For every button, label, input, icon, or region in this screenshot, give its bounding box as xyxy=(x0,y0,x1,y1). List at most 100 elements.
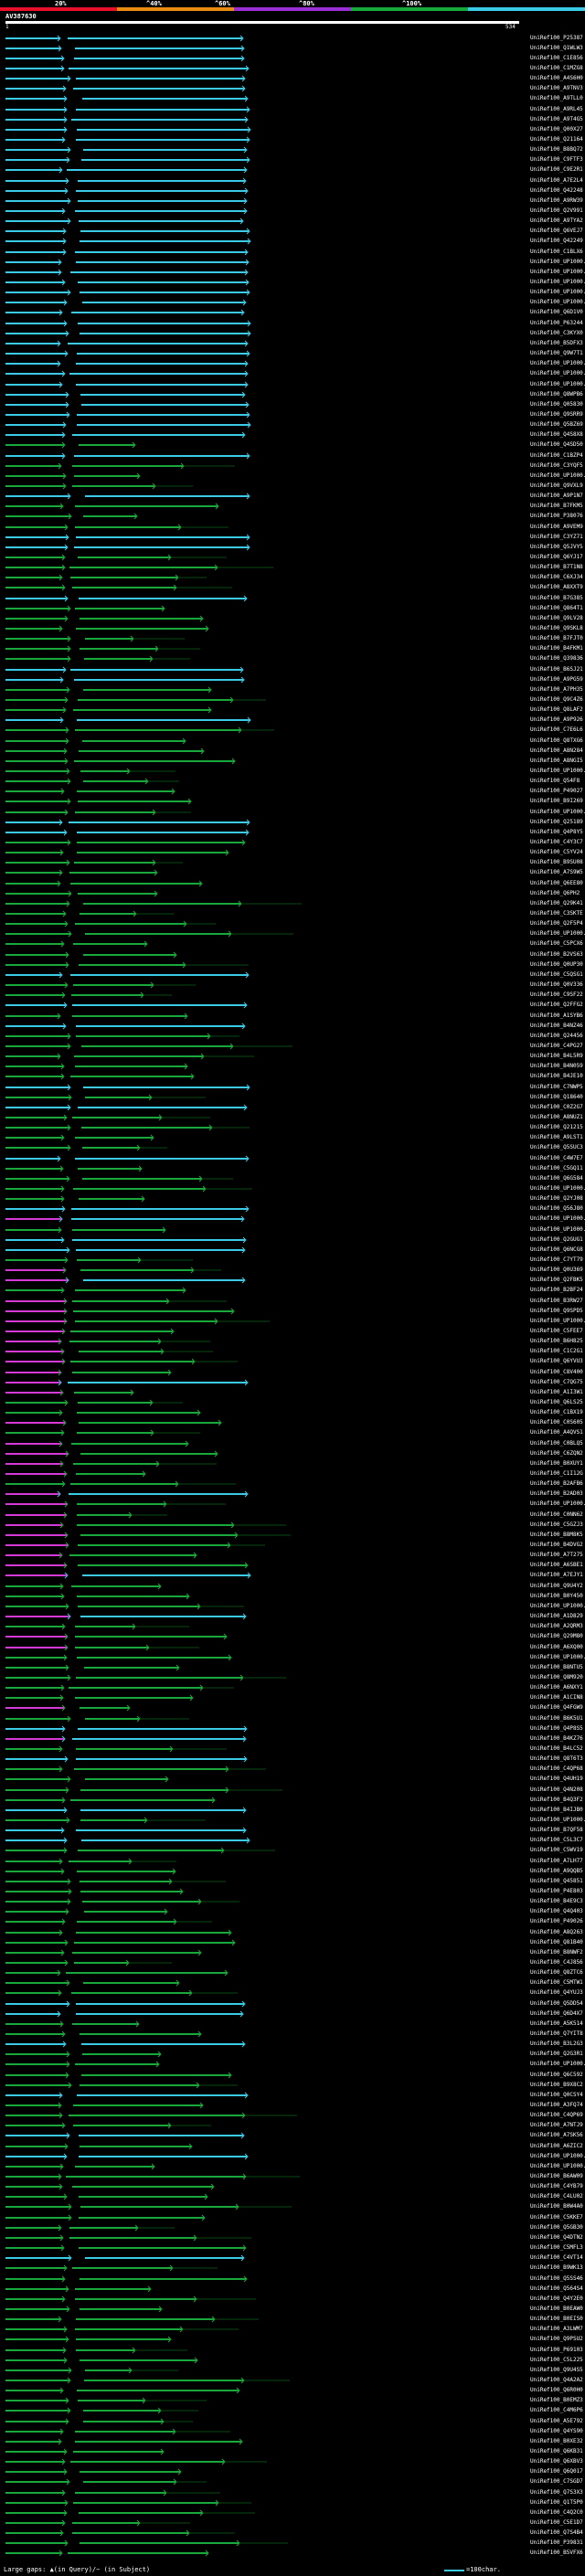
hit-name[interactable]: UniRef100_Q6R0H0 xyxy=(530,2387,585,2394)
hit-name[interactable]: UniRef100_Q0V336 xyxy=(530,981,585,989)
hit-name[interactable]: UniRef100_Q4P8S5 xyxy=(530,1725,585,1733)
hit-name[interactable]: UniRef100_A7T275 xyxy=(530,1552,585,1559)
hit-name[interactable]: UniRef100_Q2YJ08 xyxy=(530,1195,585,1203)
hit-name[interactable]: UniRef100_Q6YJ17 xyxy=(530,554,585,561)
hit-name[interactable]: UniRef100_A8XXT9 xyxy=(530,584,585,591)
hit-name[interactable]: UniRef100_C4Y3C7 xyxy=(530,839,585,846)
hit-name[interactable]: UniRef100_B9X8C2 xyxy=(530,2082,585,2089)
hit-name[interactable]: UniRef100_C5MTW1 xyxy=(530,1979,585,1987)
hit-name[interactable]: UniRef100_UP1000.. xyxy=(530,1185,585,1193)
hit-name[interactable]: UniRef100_B9WK13 xyxy=(530,2264,585,2272)
hit-name[interactable]: UniRef100_A1D829 xyxy=(530,1613,585,1620)
hit-name[interactable]: UniRef100_A9RL45 xyxy=(530,106,585,113)
hit-name[interactable]: UniRef100_A3FQ74 xyxy=(530,2102,585,2109)
hit-name[interactable]: UniRef100_Q4Q403 xyxy=(530,1908,585,1915)
hit-name[interactable]: UniRef100_Q6Q017 xyxy=(530,2468,585,2475)
hit-name[interactable]: UniRef100_B4NZ46 xyxy=(530,1023,585,1030)
hit-name[interactable]: UniRef100_Q2G3R1 xyxy=(530,2051,585,2058)
hit-name[interactable]: UniRef100_A9P926 xyxy=(530,716,585,724)
hit-name[interactable]: UniRef100_P4E803 xyxy=(530,1888,585,1895)
hit-name[interactable]: UniRef100_Q0UP30 xyxy=(530,961,585,969)
hit-name[interactable]: UniRef100_UP1000.. xyxy=(530,1318,585,1325)
hit-name[interactable]: UniRef100_A9VEM9 xyxy=(530,524,585,531)
hit-name[interactable]: UniRef100_A8Q263 xyxy=(530,1929,585,1936)
hit-name[interactable]: UniRef100_Q39836 xyxy=(530,655,585,663)
hit-name[interactable]: UniRef100_C8V400 xyxy=(530,1369,585,1376)
hit-name[interactable]: UniRef100_C1E856 xyxy=(530,55,585,62)
hit-name[interactable]: UniRef100_A8N284 xyxy=(530,747,585,755)
hit-name[interactable]: UniRef100_Q6VEJ7 xyxy=(530,228,585,235)
hit-name[interactable]: UniRef100_A7S9W5 xyxy=(530,869,585,876)
hit-name[interactable]: UniRef100_C4PG27 xyxy=(530,1043,585,1050)
hit-name[interactable]: UniRef100_B7FKM5 xyxy=(530,503,585,510)
hit-name[interactable]: UniRef100_C3KYX0 xyxy=(530,330,585,337)
hit-name[interactable]: UniRef100_B9I269 xyxy=(530,798,585,805)
hit-name[interactable]: UniRef100_P63244 xyxy=(530,320,585,327)
hit-name[interactable]: UniRef100_Q4YS90 xyxy=(530,2428,585,2435)
hit-name[interactable]: UniRef100_B8NTU5 xyxy=(530,1664,585,1671)
hit-name[interactable]: UniRef100_Q6NCG8 xyxy=(530,1246,585,1254)
hit-name[interactable]: UniRef100_C5QSG1 xyxy=(530,971,585,979)
hit-name[interactable]: UniRef100_B7FJT0 xyxy=(530,635,585,642)
hit-name[interactable]: UniRef100_Q0U369 xyxy=(530,1267,585,1274)
hit-name[interactable]: UniRef100_A7PH35 xyxy=(530,686,585,694)
hit-name[interactable]: UniRef100_B4LC52 xyxy=(530,1745,585,1753)
hit-name[interactable]: UniRef100_A3LWM7 xyxy=(530,2326,585,2333)
hit-name[interactable]: UniRef100_Q05830 xyxy=(530,401,585,408)
hit-name[interactable]: UniRef100_Q5DD54 xyxy=(530,2000,585,2008)
hit-name[interactable]: UniRef100_B6K5U1 xyxy=(530,1715,585,1723)
hit-name[interactable]: UniRef100_C9FTF3 xyxy=(530,156,585,164)
hit-name[interactable]: UniRef100_UP1000.. xyxy=(530,370,585,377)
hit-name[interactable]: UniRef100_C5L3C7 xyxy=(530,1837,585,1844)
hit-name[interactable]: UniRef100_C1BX19 xyxy=(530,1409,585,1416)
hit-name[interactable]: UniRef100_A7SK56 xyxy=(530,2132,585,2139)
hit-name[interactable]: UniRef100_A4S6H0 xyxy=(530,75,585,82)
hit-name[interactable]: UniRef100_Q5SS46 xyxy=(530,2275,585,2283)
hit-name[interactable]: UniRef100_C4QP68 xyxy=(530,1765,585,1773)
hit-name[interactable]: UniRef100_C9E2R1 xyxy=(530,166,585,174)
hit-name[interactable]: UniRef100_Q6D1V0 xyxy=(530,309,585,316)
hit-name[interactable]: UniRef100_P69103 xyxy=(530,2347,585,2354)
hit-name[interactable]: UniRef100_A6XQ00 xyxy=(530,1644,585,1651)
hit-name[interactable]: UniRef100_C1BZP4 xyxy=(530,452,585,460)
hit-name[interactable]: UniRef100_Q7S4B4 xyxy=(530,2529,585,2537)
hit-name[interactable]: UniRef100_B2BF24 xyxy=(530,1287,585,1294)
hit-name[interactable]: UniRef100_A1CIN8 xyxy=(530,1694,585,1701)
hit-name[interactable]: UniRef100_C0S605 xyxy=(530,1419,585,1426)
hit-name[interactable]: UniRef100_C4QP69 xyxy=(530,2112,585,2119)
hit-name[interactable]: UniRef100_Q9U4S5 xyxy=(530,2367,585,2374)
hit-name[interactable]: UniRef100_A7E2L4 xyxy=(530,177,585,185)
hit-name[interactable]: UniRef100_C3YZ71 xyxy=(530,534,585,541)
hit-name[interactable]: UniRef100_Q6KB31 xyxy=(530,2448,585,2455)
hit-name[interactable]: UniRef100_A8NUZ1 xyxy=(530,1114,585,1121)
hit-name[interactable]: UniRef100_P49026 xyxy=(530,1918,585,1925)
hit-name[interactable]: UniRef100_A6SBE1 xyxy=(530,1562,585,1569)
hit-name[interactable]: UniRef100_C4LU02 xyxy=(530,2193,585,2200)
hit-name[interactable]: UniRef100_Q6PH2 xyxy=(530,890,585,897)
hit-name[interactable]: UniRef100_UP1000.. xyxy=(530,279,585,286)
hit-name[interactable]: UniRef100_Q4DTN2 xyxy=(530,2234,585,2242)
hit-name[interactable]: UniRef100_B4Q3F2 xyxy=(530,1797,585,1804)
hit-name[interactable]: UniRef100_C5FEE7 xyxy=(530,1328,585,1335)
hit-name[interactable]: UniRef100_UP1000.. xyxy=(530,1603,585,1610)
hit-name[interactable]: UniRef100_Q5BZ69 xyxy=(530,421,585,429)
hit-name[interactable]: UniRef100_B0EIS0 xyxy=(530,2316,585,2323)
hit-name[interactable]: UniRef100_Q6G584 xyxy=(530,1175,585,1182)
hit-name[interactable]: UniRef100_Q9LV28 xyxy=(530,615,585,622)
hit-name[interactable]: UniRef100_B0XUY1 xyxy=(530,1460,585,1468)
hit-name[interactable]: UniRef100_A7LH77 xyxy=(530,1858,585,1865)
hit-name[interactable]: UniRef100_UP1000.. xyxy=(530,768,585,775)
hit-name[interactable]: UniRef100_A4QVS1 xyxy=(530,1429,585,1436)
hit-name[interactable]: UniRef100_B6AW09 xyxy=(530,2173,585,2180)
hit-name[interactable]: UniRef100_B4JE10 xyxy=(530,1073,585,1080)
hit-name[interactable]: UniRef100_A7NTJ9 xyxy=(530,2122,585,2129)
hit-name[interactable]: UniRef100_B0Y450 xyxy=(530,1593,585,1600)
hit-name[interactable]: UniRef100_C7E6L6 xyxy=(530,726,585,734)
hit-name[interactable]: UniRef100_Q9SPD5 xyxy=(530,1308,585,1315)
hit-name[interactable]: UniRef100_UP1000.. xyxy=(530,1654,585,1661)
hit-name[interactable]: UniRef100_Q4Y2E0 xyxy=(530,2295,585,2303)
hit-name[interactable]: UniRef100_C5PCX6 xyxy=(530,940,585,948)
hit-name[interactable]: UniRef100_B9SU08 xyxy=(530,859,585,866)
hit-name[interactable]: UniRef100_Q81B40 xyxy=(530,1939,585,1946)
hit-name[interactable]: UniRef100_Q00X27 xyxy=(530,126,585,133)
